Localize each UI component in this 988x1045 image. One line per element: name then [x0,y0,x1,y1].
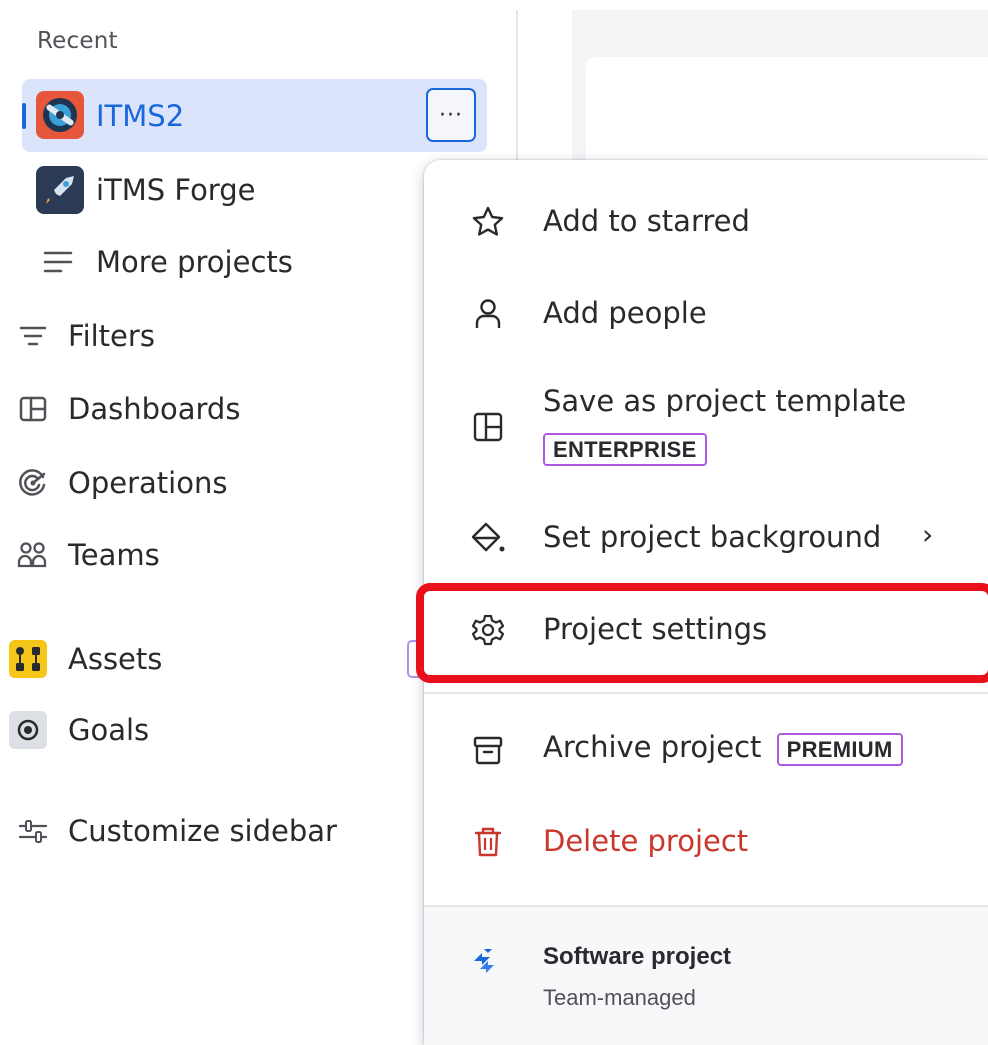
template-icon [468,407,508,447]
software-project-icon [468,945,508,985]
menu-item-label: Set project background [543,520,882,554]
project-actions-menu: Add to starred Add people Save as projec… [424,160,988,1045]
sidebar-item-goals[interactable]: Goals [0,700,480,760]
star-icon [468,202,508,242]
chevron-right-icon: › [922,518,934,551]
premium-badge: PREMIUM [776,733,903,766]
sidebar-item-label: Dashboards [68,392,241,426]
menu-item-archive-project[interactable]: Archive project PREMIUM [424,710,988,790]
menu-item-delete-project[interactable]: Delete project [424,802,988,882]
assets-badge-edge [407,640,419,678]
teams-icon [13,535,53,575]
enterprise-badge-wrap: ENTERPRISE [543,430,707,466]
menu-item-label: Delete project [543,824,749,858]
filter-icon [13,316,53,356]
menu-item-add-people[interactable]: Add people [424,274,988,354]
menu-item-label: Archive project [543,730,762,764]
sidebar-project-label: iTMS Forge [96,172,256,207]
more-projects-item[interactable]: More projects [0,232,480,292]
app-root: Recent ITMS2 ··· iTMS Forge More project… [0,0,988,1045]
dashboard-icon [13,389,53,429]
sidebar-item-label: Goals [68,713,150,747]
assets-icon [8,639,48,679]
menu-item-save-template[interactable]: Save as project template ENTERPRISE [424,372,988,482]
menu-item-add-to-starred[interactable]: Add to starred [424,182,988,262]
sidebar-item-label: Operations [68,466,228,500]
sidebar-project-itms-forge[interactable]: iTMS Forge [22,153,487,226]
sidebar-project-itms2[interactable]: ITMS2 ··· [22,79,487,152]
more-projects-label: More projects [96,245,293,279]
sidebar-item-label: Filters [68,319,155,353]
customize-icon [13,811,53,851]
recent-heading: Recent [37,28,118,54]
project-type-title: Software project [543,943,732,970]
list-icon [38,242,78,282]
menu-item-set-background[interactable]: Set project background › [424,498,988,578]
selected-indicator [22,103,26,129]
sidebar-item-filters[interactable]: Filters [0,306,480,366]
menu-item-label: Add people [543,296,707,330]
menu-divider [424,692,988,694]
menu-item-project-settings[interactable]: Project settings [424,590,988,670]
archive-icon [468,730,508,770]
project-type-subtitle: Team-managed [543,985,696,1010]
menu-item-label: Add to starred [543,204,750,238]
project-avatar-icon [36,91,84,139]
trash-icon [468,822,508,862]
operations-icon [13,463,53,503]
menu-item-label: Project settings [543,612,768,646]
sidebar-item-teams[interactable]: Teams [0,525,480,585]
enterprise-badge: ENTERPRISE [543,433,707,466]
sidebar-item-label: Assets [68,642,163,676]
menu-item-label: Save as project template [543,384,907,418]
menu-item-label-wrap: Archive project PREMIUM [543,730,903,766]
sidebar-item-assets[interactable]: Assets [0,629,405,689]
sidebar-item-label: Teams [68,538,160,572]
sidebar-item-customize[interactable]: Customize sidebar [0,801,480,861]
person-icon [468,294,508,334]
goals-icon [8,710,48,750]
paint-bucket-icon [468,518,508,558]
rocket-icon [36,166,84,214]
more-actions-button[interactable]: ··· [426,88,476,142]
footer-divider [424,905,988,907]
sidebar-item-label: Customize sidebar [68,814,337,848]
sidebar-item-operations[interactable]: Operations [0,453,480,513]
project-type-footer: Software project Team-managed [424,905,988,1045]
sidebar-project-label: ITMS2 [96,98,185,133]
sidebar-item-dashboards[interactable]: Dashboards [0,379,480,439]
gear-icon [468,610,508,650]
